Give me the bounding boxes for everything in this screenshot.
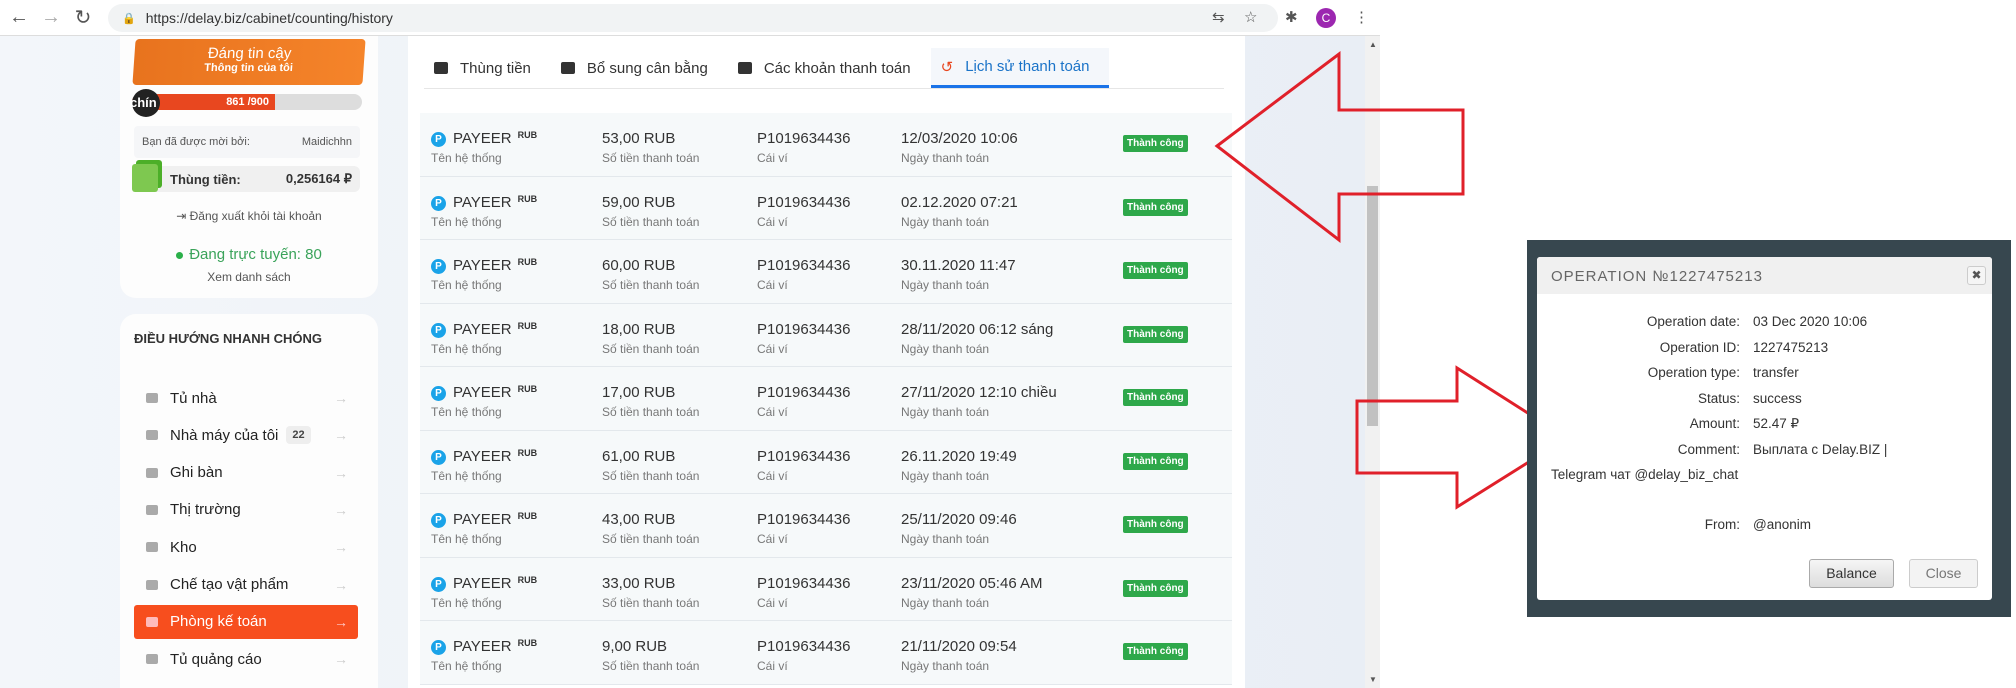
field-value: Выплата с Delay.BIZ | bbox=[1753, 441, 1888, 457]
field-label: Status: bbox=[1697, 390, 1740, 406]
field-label: Operation date: bbox=[1646, 314, 1740, 329]
field-value: 1227475213 bbox=[1753, 339, 1829, 355]
comment-continued: Telegram чат @delay_biz_chat bbox=[1551, 467, 1739, 482]
close-icon[interactable]: ✖ bbox=[1967, 266, 1986, 285]
field-label: Operation type: bbox=[1647, 365, 1740, 380]
left-arrow-annotation bbox=[1214, 50, 1465, 244]
from-value: @anonim bbox=[1753, 517, 1811, 532]
field-label: Comment: bbox=[1677, 441, 1740, 457]
field-value: 03 Dec 2020 10:06 bbox=[1753, 314, 1868, 329]
field-label: Amount: bbox=[1689, 416, 1740, 431]
balance-button[interactable]: Balance bbox=[1809, 559, 1894, 588]
field-value: transfer bbox=[1753, 365, 1799, 380]
dialog-title: OPERATION №1227475213 bbox=[1537, 257, 1992, 294]
operation-dialog-overlay: OPERATION №1227475213 ✖ Operation date: 0… bbox=[1527, 240, 2011, 617]
operation-dialog: OPERATION №1227475213 ✖ Operation date: 0… bbox=[1537, 257, 1992, 600]
from-label: From: bbox=[1704, 517, 1740, 532]
field-label: Operation ID: bbox=[1659, 339, 1740, 355]
close-button[interactable]: Close bbox=[1909, 559, 1978, 588]
field-value: 52.47 ₽ bbox=[1753, 416, 1800, 431]
field-value: success bbox=[1753, 390, 1802, 406]
